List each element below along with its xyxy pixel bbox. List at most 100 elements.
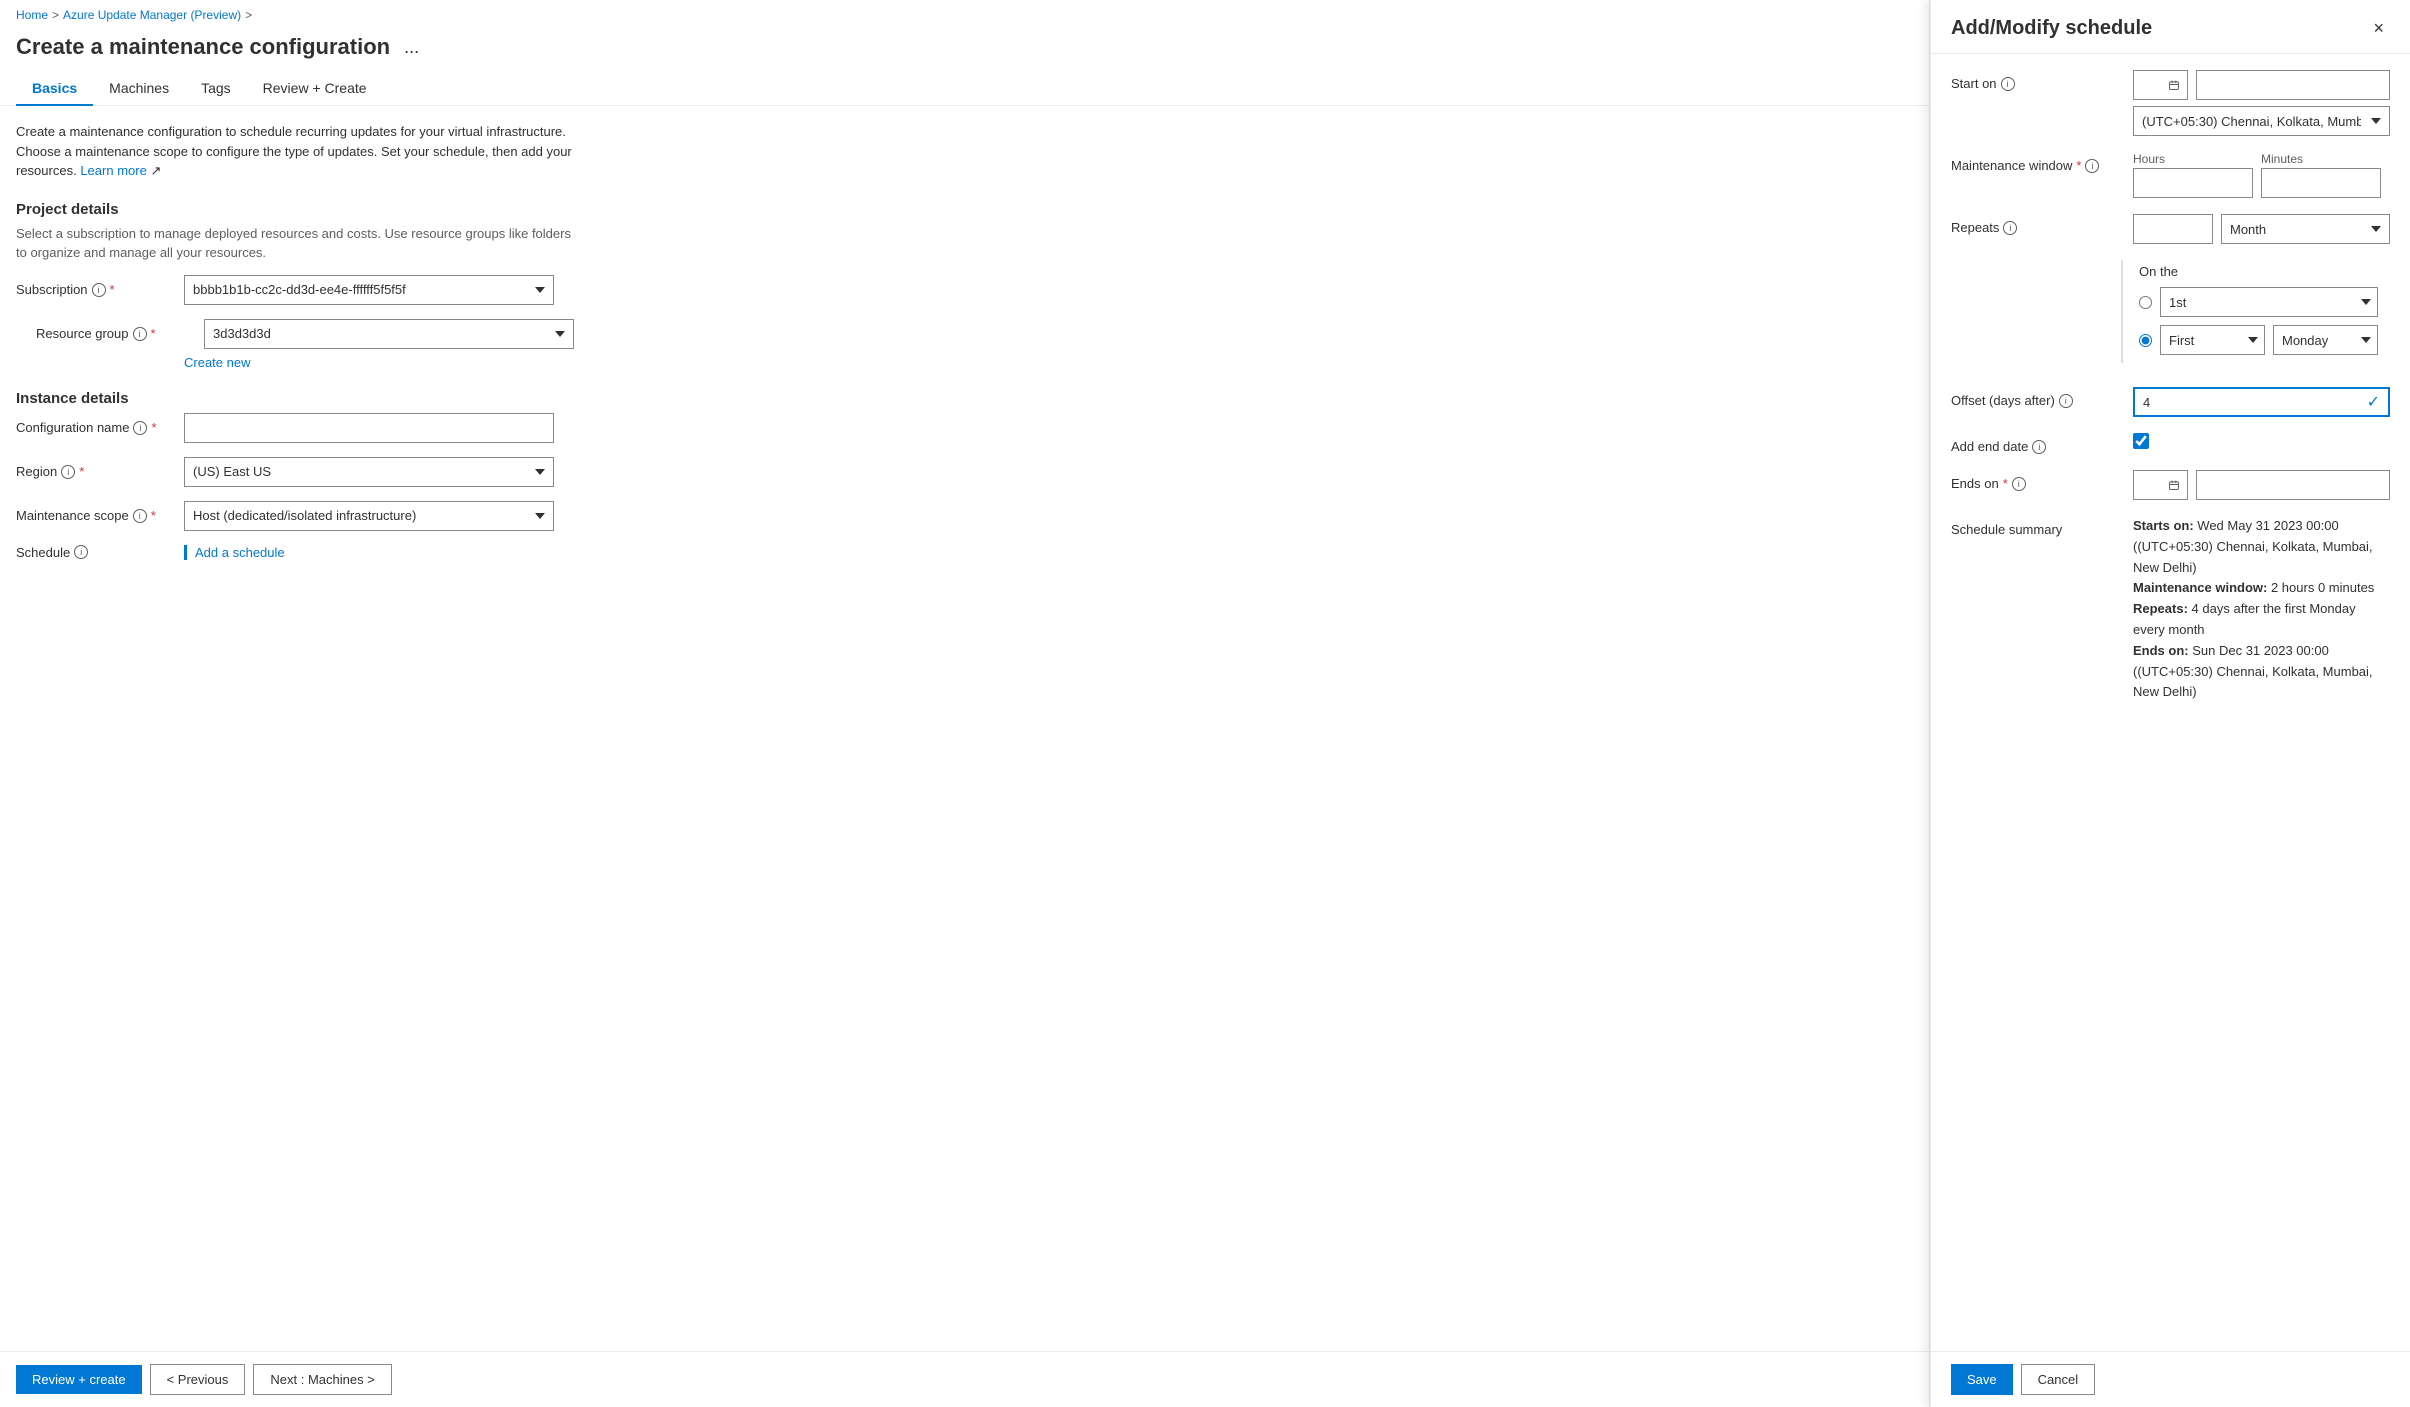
ordinal-select[interactable]: FirstSecondThirdFourthLast <box>2160 325 2265 355</box>
starts-on-bold: Starts on: <box>2133 518 2194 533</box>
weekday-select[interactable]: SundayMondayTuesdayWednesdayThursdayFrid… <box>2273 325 2378 355</box>
schedule-summary-label: Schedule summary <box>1951 516 2121 537</box>
schedule-info-icon: i <box>74 545 88 559</box>
day-of-month-select[interactable]: 1st 1st 2nd 3rd Last <box>2160 287 2378 317</box>
ends-date-input[interactable]: 12/31/2023 <box>2142 478 2165 493</box>
start-time-input[interactable]: 12:00 AM <box>2196 70 2390 100</box>
repeats-info-icon: i <box>2003 221 2017 235</box>
add-end-date-info-icon: i <box>2032 440 2046 454</box>
save-button[interactable]: Save <box>1951 1364 2013 1395</box>
start-on-info-icon: i <box>2001 77 2015 91</box>
breadcrumb-azure-update[interactable]: Azure Update Manager (Preview) <box>63 8 241 22</box>
maintenance-scope-label: Maintenance scope i * <box>16 508 176 523</box>
maintenance-window-control: Hours 2 Minutes 0 <box>2133 152 2390 198</box>
config-name-group: Configuration name i * <box>16 413 1913 443</box>
panel-body: Start on i 05/31/2023 12:00 AM <box>1931 54 2410 1351</box>
panel-close-button[interactable]: × <box>2367 16 2390 41</box>
region-select[interactable]: (US) East US <box>184 457 554 487</box>
tab-machines[interactable]: Machines <box>93 72 185 106</box>
resource-group-group: Resource group i * 3d3d3d3d <box>36 319 1913 349</box>
repeats-count-input[interactable]: 1 <box>2133 214 2213 244</box>
next-machines-button[interactable]: Next : Machines > <box>253 1364 391 1395</box>
start-date-wrapper[interactable]: 05/31/2023 <box>2133 70 2188 100</box>
tab-basics[interactable]: Basics <box>16 72 93 106</box>
maintenance-window-row: Maintenance window * i Hours 2 Minutes 0 <box>1951 152 2390 198</box>
previous-button[interactable]: < Previous <box>150 1364 246 1395</box>
minutes-group: Minutes 0 <box>2261 152 2381 198</box>
timezone-select[interactable]: (UTC+05:30) Chennai, Kolkata, Mumbai, N.… <box>2133 106 2390 136</box>
bottom-bar: Review + create < Previous Next : Machin… <box>0 1351 1929 1407</box>
repeats-bold: Repeats: <box>2133 601 2188 616</box>
radio-day-of-month: 1st 1st 2nd 3rd Last <box>2139 287 2378 317</box>
review-create-button[interactable]: Review + create <box>16 1365 142 1394</box>
panel-title: Add/Modify schedule <box>1951 17 2152 40</box>
hours-input[interactable]: 2 <box>2133 168 2253 198</box>
on-the-section-wrapper: On the 1st 1st 2nd 3rd Last <box>1951 260 2390 375</box>
radio-day-of-week: FirstSecondThirdFourthLast SundayMondayT… <box>2139 325 2378 355</box>
resource-group-select[interactable]: 3d3d3d3d <box>204 319 574 349</box>
ends-on-row: Ends on * i 12/31/2023 12:00 AM <box>1951 470 2390 500</box>
radio-day-of-month-input[interactable] <box>2139 296 2152 309</box>
cancel-button[interactable]: Cancel <box>2021 1364 2095 1395</box>
offset-info-icon: i <box>2059 394 2073 408</box>
config-name-input[interactable] <box>184 413 554 443</box>
page-title: Create a maintenance configuration <box>16 34 390 60</box>
resource-group-info-icon: i <box>133 327 147 341</box>
on-the-label: On the <box>2139 260 2378 279</box>
ends-time-input[interactable]: 12:00 AM <box>2196 470 2390 500</box>
repeats-label: Repeats i <box>1951 214 2121 235</box>
repeats-unit-select[interactable]: DayWeekMonthYear <box>2221 214 2390 244</box>
minutes-input[interactable]: 0 <box>2261 168 2381 198</box>
offset-check-icon: ✓ <box>2367 392 2380 412</box>
repeats-control: 1 DayWeekMonthYear <box>2133 214 2390 244</box>
ellipsis-button[interactable]: ... <box>398 35 425 60</box>
project-details-header: Project details <box>16 201 1913 218</box>
breadcrumb-home[interactable]: Home <box>16 8 48 22</box>
tabs: Basics Machines Tags Review + Create <box>0 72 1929 106</box>
maintenance-scope-group: Maintenance scope i * Host (dedicated/is… <box>16 501 1913 531</box>
schedule-summary-text: Starts on: Wed May 31 2023 00:00 ((UTC+0… <box>2133 516 2390 703</box>
ends-date-wrapper[interactable]: 12/31/2023 <box>2133 470 2188 500</box>
tab-review-create[interactable]: Review + Create <box>247 72 383 106</box>
start-date-calendar-icon <box>2169 77 2179 93</box>
create-new-link[interactable]: Create new <box>184 355 1913 370</box>
schedule-summary-row: Schedule summary Starts on: Wed May 31 2… <box>1951 516 2390 703</box>
region-info-icon: i <box>61 465 75 479</box>
instance-details-header: Instance details <box>16 390 1913 407</box>
region-group: Region i * (US) East US <box>16 457 1913 487</box>
start-date-input[interactable]: 05/31/2023 <box>2142 78 2165 93</box>
add-end-date-label: Add end date i <box>1951 433 2121 454</box>
schedule-summary-control: Starts on: Wed May 31 2023 00:00 ((UTC+0… <box>2133 516 2390 703</box>
subscription-info-icon: i <box>92 283 106 297</box>
offset-row: Offset (days after) i 4 ✓ <box>1951 387 2390 417</box>
radio-day-of-week-input[interactable] <box>2139 334 2152 347</box>
schedule-label: Schedule i <box>16 545 176 560</box>
maintenance-window-info-icon: i <box>2085 159 2099 173</box>
start-on-label: Start on i <box>1951 70 2121 91</box>
ends-on-bold: Ends on: <box>2133 643 2189 658</box>
offset-value: 4 <box>2143 395 2367 410</box>
learn-more-link[interactable]: Learn more <box>80 163 146 178</box>
add-schedule-link[interactable]: Add a schedule <box>184 545 285 560</box>
ends-on-info-icon: i <box>2012 477 2026 491</box>
maintenance-scope-select[interactable]: Host (dedicated/isolated infrastructure) <box>184 501 554 531</box>
tab-tags[interactable]: Tags <box>185 72 247 106</box>
resource-group-label: Resource group i * <box>36 326 196 341</box>
breadcrumb: Home > Azure Update Manager (Preview) > <box>0 0 1929 30</box>
offset-input-wrapper[interactable]: 4 ✓ <box>2133 387 2390 417</box>
subscription-group: Subscription i * bbbb1b1b-cc2c-dd3d-ee4e… <box>16 275 1913 305</box>
add-end-date-control <box>2133 433 2390 449</box>
mw-value: 2 hours 0 minutes <box>2271 580 2374 595</box>
minutes-label: Minutes <box>2261 152 2381 166</box>
page-title-row: Create a maintenance configuration ... <box>0 30 1929 72</box>
panel-footer: Save Cancel <box>1931 1351 2410 1407</box>
on-the-section: On the 1st 1st 2nd 3rd Last <box>2121 260 2378 363</box>
subscription-select[interactable]: bbbb1b1b-cc2c-dd3d-ee4e-ffffff5f5f5f <box>184 275 554 305</box>
start-on-control: 05/31/2023 12:00 AM (UTC+05:30) Chennai,… <box>2133 70 2390 136</box>
add-end-date-checkbox[interactable] <box>2133 433 2149 449</box>
region-label: Region i * <box>16 464 176 479</box>
description-text: Create a maintenance configuration to sc… <box>16 122 576 181</box>
right-panel: Add/Modify schedule × Start on i 05/31/2… <box>1930 0 2410 1407</box>
panel-header: Add/Modify schedule × <box>1931 0 2410 54</box>
subscription-label: Subscription i * <box>16 282 176 297</box>
